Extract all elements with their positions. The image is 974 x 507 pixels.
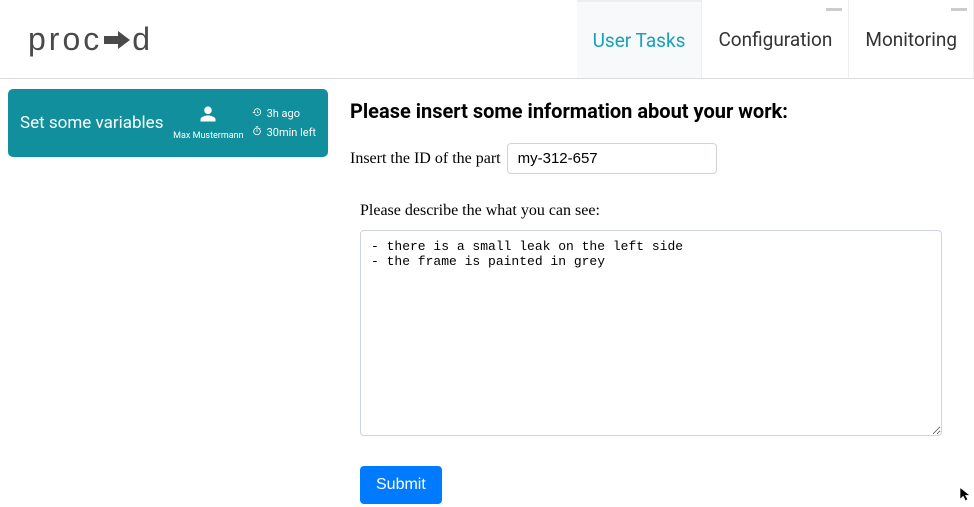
nav-tab-label: User Tasks [593,29,686,52]
history-icon [252,107,262,120]
nav-tab-label: Configuration [718,28,832,51]
part-id-label: Insert the ID of the part [350,150,501,168]
indicator-icon [826,8,842,11]
cursor-icon [958,486,972,505]
part-id-input[interactable] [507,143,717,174]
page-title: Please insert some information about you… [350,99,960,123]
logo-arrow-icon [104,20,130,58]
stopwatch-icon [252,126,262,139]
description-label: Please describe the what you can see: [360,202,960,220]
indicator-icon [951,8,967,11]
task-timeleft-text: 30min left [267,126,316,139]
nav-tab-monitoring[interactable]: Monitoring [849,0,974,78]
logo-text-1: proc [28,21,102,58]
task-card[interactable]: Set some variables Max Mustermann 3h ago [8,89,328,157]
user-icon [199,105,217,127]
nav-tab-user-tasks[interactable]: User Tasks [577,0,703,78]
task-title: Set some variables [20,113,165,133]
task-meta: 3h ago 30min left [252,107,316,139]
task-ago: 3h ago [252,107,316,120]
body: Set some variables Max Mustermann 3h ago [0,79,974,507]
nav-tab-configuration[interactable]: Configuration [702,0,849,78]
nav: User Tasks Configuration Monitoring [577,0,974,78]
logo-text-2: d [132,21,153,58]
task-ago-text: 3h ago [267,107,300,120]
field-part-id: Insert the ID of the part [350,143,960,174]
nav-tab-label: Monitoring [865,28,957,51]
content: Please insert some information about you… [336,79,974,507]
logo: proc d [28,20,153,58]
task-username: Max Mustermann [173,131,243,141]
submit-button[interactable]: Submit [360,466,442,504]
header: proc d User Tasks Configuration Monitori… [0,0,974,79]
description-textarea[interactable] [360,230,942,436]
sidebar: Set some variables Max Mustermann 3h ago [0,79,336,507]
task-user: Max Mustermann [173,105,243,141]
task-timeleft: 30min left [252,126,316,139]
